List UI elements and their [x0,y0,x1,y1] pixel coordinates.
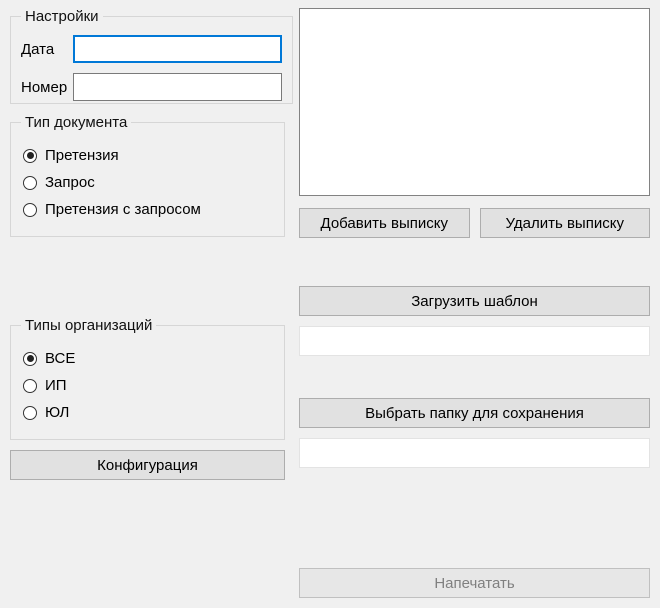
date-row: Дата [21,35,282,63]
button-label: Конфигурация [97,457,198,474]
button-label: Выбрать папку для сохранения [365,405,584,422]
load-template-button[interactable]: Загрузить шаблон [299,286,650,316]
button-label: Напечатать [434,575,514,592]
radio-label: ИП [45,377,67,394]
save-folder-path-field [299,438,650,468]
left-inner: Настройки Дата Номер Тип документа Прете… [10,8,285,598]
button-label: Загрузить шаблон [411,293,538,310]
radio-icon [23,203,37,217]
delete-statement-button[interactable]: Удалить выписку [480,208,651,238]
button-label: Добавить выписку [321,215,448,232]
add-statement-button[interactable]: Добавить выписку [299,208,470,238]
statement-buttons-row: Добавить выписку Удалить выписку [299,208,650,238]
radio-label: Претензия [45,147,119,164]
radio-label: Претензия с запросом [45,201,201,218]
spacer [299,468,650,568]
number-label: Номер [21,79,73,96]
template-path-field [299,326,650,356]
number-input[interactable] [73,73,282,101]
button-label: Удалить выписку [506,215,624,232]
doc-type-legend: Тип документа [21,114,131,131]
org-type-option-ip[interactable]: ИП [23,377,274,394]
statements-listbox[interactable] [299,8,650,196]
print-button[interactable]: Напечатать [299,568,650,598]
doc-type-option-pretenziya-zapros[interactable]: Претензия с запросом [23,201,274,218]
date-input[interactable] [73,35,282,63]
doc-type-option-zapros[interactable]: Запрос [23,174,274,191]
left-spacer [10,247,285,317]
org-type-group: Типы организаций ВСЕ ИП ЮЛ [10,317,285,440]
org-type-option-all[interactable]: ВСЕ [23,350,274,367]
org-type-option-yul[interactable]: ЮЛ [23,404,274,421]
left-column: Настройки Дата Номер Тип документа Прете… [10,8,285,598]
spacer [299,238,650,286]
configuration-button[interactable]: Конфигурация [10,450,285,480]
radio-label: ЮЛ [45,404,69,421]
org-type-legend: Типы организаций [21,317,156,334]
radio-icon [23,149,37,163]
app-root: Настройки Дата Номер Тип документа Прете… [0,0,660,608]
choose-folder-button[interactable]: Выбрать папку для сохранения [299,398,650,428]
settings-legend: Настройки [21,8,103,25]
radio-label: ВСЕ [45,350,75,367]
doc-type-group: Тип документа Претензия Запрос Претензия… [10,114,285,237]
radio-icon [23,352,37,366]
date-label: Дата [21,41,73,58]
radio-icon [23,379,37,393]
radio-label: Запрос [45,174,95,191]
settings-group: Настройки Дата Номер [10,8,293,104]
spacer [299,356,650,398]
doc-type-option-pretenziya[interactable]: Претензия [23,147,274,164]
right-column: Добавить выписку Удалить выписку Загрузи… [299,8,650,598]
radio-icon [23,176,37,190]
radio-icon [23,406,37,420]
number-row: Номер [21,73,282,101]
